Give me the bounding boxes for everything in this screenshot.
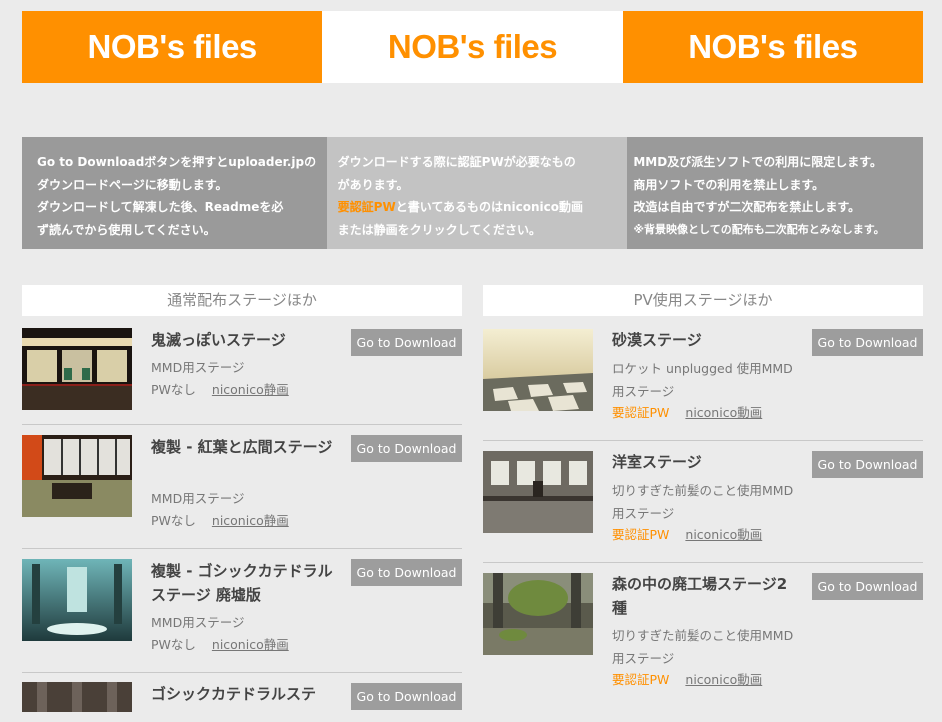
banner-logo-2[interactable]: NOB's files xyxy=(322,11,623,83)
download-button[interactable]: Go to Download xyxy=(351,435,462,462)
list-item: 複製 - 紅葉と広間ステージ MMD用ステージ PWなし niconico静画 … xyxy=(22,433,462,549)
info-box-terms: MMD及び派生ソフトでの利用に限定します。 商用ソフトでの利用を禁止します。 改… xyxy=(627,137,924,249)
info-text: ず読んでから使用してください。 xyxy=(37,222,216,237)
stage-thumbnail[interactable] xyxy=(22,559,132,641)
info-box-download: Go to Downloadボタンを押すとuploader.jpの ダウンロード… xyxy=(22,137,327,249)
item-title[interactable]: 砂漠ステージ xyxy=(612,328,794,352)
pw-status: 要認証PW xyxy=(612,527,670,542)
stage-thumbnail[interactable] xyxy=(483,573,593,655)
info-text: と書いてあるものはniconico動画 xyxy=(395,200,584,214)
item-meta: 要認証PW niconico動画 xyxy=(612,403,762,423)
pw-status: 要認証PW xyxy=(612,405,670,420)
info-panel: Go to Downloadボタンを押すとuploader.jpの ダウンロード… xyxy=(22,137,924,249)
stage-thumbnail[interactable] xyxy=(22,435,132,517)
niconico-link[interactable]: niconico静画 xyxy=(212,382,289,397)
item-title[interactable]: 森の中の廃工場ステージ2種 xyxy=(612,572,794,620)
pw-status: 要認証PW xyxy=(612,672,670,687)
stage-thumbnail[interactable] xyxy=(483,329,593,411)
banner-row: NOB's files NOB's files NOB's files xyxy=(22,11,923,83)
info-text: ダウンロードして解凍した後、Readmeを必 xyxy=(37,200,284,214)
info-text: ダウンロードする際に認証PWが必要なもの xyxy=(337,155,576,169)
stage-thumbnail[interactable] xyxy=(483,451,593,533)
info-box-password: ダウンロードする際に認証PWが必要なもの があります。 要認証PWと書いてあるも… xyxy=(326,137,628,249)
niconico-link[interactable]: niconico静画 xyxy=(212,637,289,652)
item-meta: PWなし niconico静画 xyxy=(151,635,289,655)
pw-status: PWなし xyxy=(151,637,196,652)
item-description: MMD用ステージ xyxy=(151,491,245,506)
download-button[interactable]: Go to Download xyxy=(351,329,462,356)
info-text: Go to Downloadボタンを押すとuploader.jpの xyxy=(37,155,317,169)
niconico-link[interactable]: niconico動画 xyxy=(685,672,762,687)
niconico-link[interactable]: niconico動画 xyxy=(685,527,762,542)
item-meta: PWなし niconico静画 xyxy=(151,380,289,400)
item-title[interactable]: 複製 - 紅葉と広間ステージ xyxy=(151,435,333,459)
item-description: MMD用ステージ xyxy=(151,615,245,630)
item-title[interactable]: 鬼滅っぽいステージ xyxy=(151,328,333,352)
item-description: ロケット unplugged 使用MMD用ステージ xyxy=(612,361,793,399)
pw-status: PWなし xyxy=(151,513,196,528)
column-header: PV使用ステージほか xyxy=(483,285,923,316)
info-text: 改造は自由ですが二次配布を禁止します。 xyxy=(633,200,861,214)
list-item: 複製 - ゴシックカテドラルステージ 廃墟版 MMD用ステージ PWなし nic… xyxy=(22,557,462,673)
item-description: 切りすぎた前髪のこと使用MMD用ステージ xyxy=(612,628,794,666)
banner-logo-1[interactable]: NOB's files xyxy=(22,11,323,83)
item-meta: 要認証PW niconico動画 xyxy=(612,525,762,545)
download-button[interactable]: Go to Download xyxy=(351,683,462,710)
item-title[interactable]: 洋室ステージ xyxy=(612,450,794,474)
info-text: 要認証PWと書いてあるものはniconico動画 xyxy=(338,196,618,219)
info-text: ダウンロードページに移動します。 xyxy=(37,177,228,192)
password-required-highlight: 要認証PW xyxy=(337,200,396,214)
item-meta: 要認証PW niconico動画 xyxy=(612,670,762,690)
item-description: MMD用ステージ xyxy=(151,360,245,375)
download-button[interactable]: Go to Download xyxy=(812,329,923,356)
info-text: または静画をクリックしてください。 xyxy=(337,222,541,237)
info-text: があります。 xyxy=(337,177,409,192)
download-button[interactable]: Go to Download xyxy=(812,451,923,478)
item-meta: PWなし niconico静画 xyxy=(151,511,289,531)
item-title[interactable]: ゴシックカテドラルステ xyxy=(151,682,333,706)
list-item: 鬼滅っぽいステージ MMD用ステージ PWなし niconico静画 Go to… xyxy=(22,328,462,425)
banner-logo-3[interactable]: NOB's files xyxy=(622,11,923,83)
list-item: 森の中の廃工場ステージ2種 切りすぎた前髪のこと使用MMD用ステージ 要認証PW… xyxy=(483,572,923,702)
download-button[interactable]: Go to Download xyxy=(812,573,923,600)
info-text: ※背景映像としての配布も二次配布とみなします。 xyxy=(633,222,885,236)
item-title[interactable]: 複製 - ゴシックカテドラルステージ 廃墟版 xyxy=(151,559,333,607)
left-column: 通常配布ステージほか 鬼滅っぽいステージ MMD用ステージ PWなし nicon… xyxy=(22,285,462,712)
download-button[interactable]: Go to Download xyxy=(351,559,462,586)
info-text: MMD及び派生ソフトでの利用に限定します。 xyxy=(633,155,882,169)
stage-thumbnail[interactable] xyxy=(22,682,132,712)
right-column: PV使用ステージほか 砂漠ステージ ロケット unplugged 使用MMD用ス… xyxy=(483,285,923,687)
info-text: 商用ソフトでの利用を禁止します。 xyxy=(633,177,825,192)
stage-thumbnail[interactable] xyxy=(22,328,132,410)
niconico-link[interactable]: niconico静画 xyxy=(212,513,289,528)
niconico-link[interactable]: niconico動画 xyxy=(685,405,762,420)
list-item: 砂漠ステージ ロケット unplugged 使用MMD用ステージ 要認証PW n… xyxy=(483,328,923,441)
pw-status: PWなし xyxy=(151,382,196,397)
column-header: 通常配布ステージほか xyxy=(22,285,462,316)
item-description: 切りすぎた前髪のこと使用MMD用ステージ xyxy=(612,483,794,521)
list-item: ゴシックカテドラルステ Go to Download xyxy=(22,682,462,722)
list-item: 洋室ステージ 切りすぎた前髪のこと使用MMD用ステージ 要認証PW niconi… xyxy=(483,450,923,563)
